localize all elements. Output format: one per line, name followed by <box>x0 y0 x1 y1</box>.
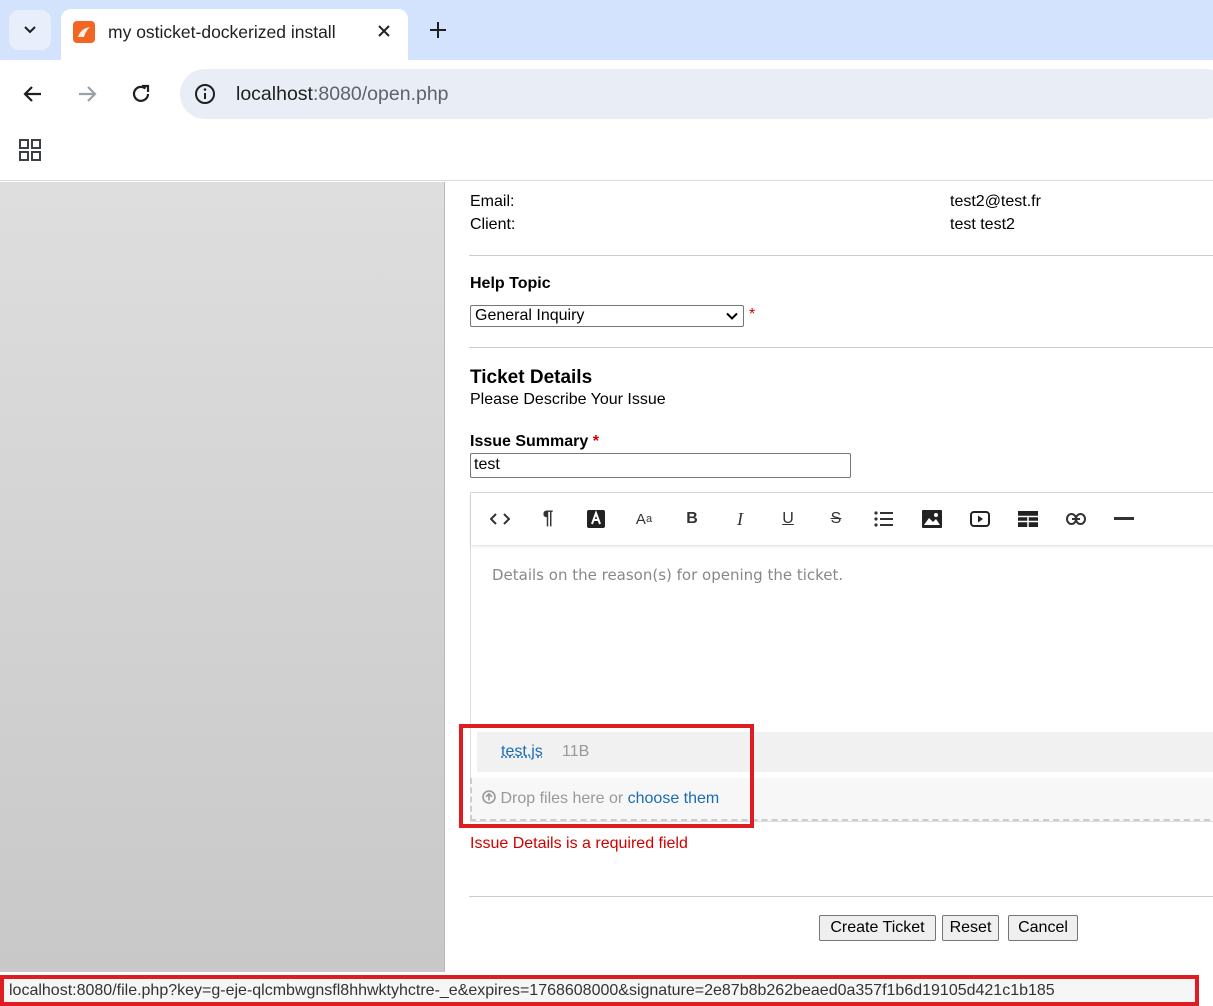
divider <box>469 896 1213 897</box>
ticket-details-title: Ticket Details <box>470 367 593 388</box>
issue-summary-input[interactable]: test <box>470 453 851 478</box>
editor-toolbar: ¶ Aa B I U S <box>471 493 1213 545</box>
active-tab[interactable]: my osticket-dockerized install <box>61 9 408 60</box>
email-value: test2@test.fr <box>950 193 1041 210</box>
chevron-down-icon <box>24 26 36 34</box>
italic-icon[interactable]: I <box>728 507 752 531</box>
ticket-details-subtitle: Please Describe Your Issue <box>470 391 666 408</box>
browser-toolbar: localhost:8080/open.php <box>0 60 1213 128</box>
video-icon[interactable] <box>968 507 992 531</box>
address-bar[interactable]: localhost:8080/open.php <box>180 69 1213 119</box>
issue-details-placeholder: Details on the reason(s) for opening the… <box>492 566 844 584</box>
required-mark: * <box>749 306 756 323</box>
link-status-bar: localhost:8080/file.php?key=g-eje-qlcmbw… <box>0 975 1199 1006</box>
help-topic-label: Help Topic <box>470 275 551 292</box>
site-info-icon[interactable] <box>193 82 217 106</box>
font-size-icon[interactable]: Aa <box>632 507 656 531</box>
divider <box>469 347 1213 348</box>
divider <box>469 255 1213 256</box>
reload-icon[interactable] <box>124 77 158 111</box>
bookmarks-bar <box>0 128 1213 181</box>
highlight-box <box>459 724 754 828</box>
reset-button[interactable]: Reset <box>942 915 999 941</box>
cancel-button[interactable]: Cancel <box>1008 915 1078 941</box>
image-icon[interactable] <box>920 507 944 531</box>
create-ticket-button[interactable]: Create Ticket <box>819 915 936 941</box>
forward-icon[interactable] <box>70 77 104 111</box>
chevron-down-icon <box>726 312 738 320</box>
client-label: Client: <box>470 216 516 233</box>
url-text: localhost:8080/open.php <box>236 83 449 105</box>
tab-title: my osticket-dockerized install <box>108 22 336 42</box>
tab-strip: my osticket-dockerized install <box>0 0 1213 60</box>
help-topic-select[interactable]: General Inquiry <box>470 305 744 327</box>
tab-search-button[interactable] <box>9 10 51 50</box>
table-icon[interactable] <box>1016 507 1040 531</box>
required-mark: * <box>592 433 599 450</box>
close-tab-icon[interactable] <box>372 19 396 43</box>
error-message: Issue Details is a required field <box>470 835 688 852</box>
bold-icon[interactable]: B <box>680 507 704 531</box>
underline-icon[interactable]: U <box>776 507 800 531</box>
apps-grid-icon[interactable] <box>18 138 42 162</box>
strikethrough-icon[interactable]: S <box>824 507 848 531</box>
back-icon[interactable] <box>16 77 50 111</box>
horizontal-rule-icon[interactable] <box>1112 507 1136 531</box>
code-icon[interactable] <box>488 507 512 531</box>
font-color-icon[interactable] <box>584 507 608 531</box>
osticket-favicon-icon <box>73 21 95 43</box>
client-value: test test2 <box>950 216 1015 233</box>
page-side-background <box>0 182 445 972</box>
help-topic-selected: General Inquiry <box>475 307 585 324</box>
list-icon[interactable] <box>872 507 896 531</box>
link-icon[interactable] <box>1064 507 1088 531</box>
paragraph-icon[interactable]: ¶ <box>536 507 560 531</box>
new-tab-icon[interactable] <box>424 16 452 44</box>
issue-summary-label: Issue Summary * <box>470 433 599 450</box>
open-ticket-form: Email: test2@test.fr Client: test test2 … <box>445 182 1213 972</box>
email-label: Email: <box>470 193 515 210</box>
